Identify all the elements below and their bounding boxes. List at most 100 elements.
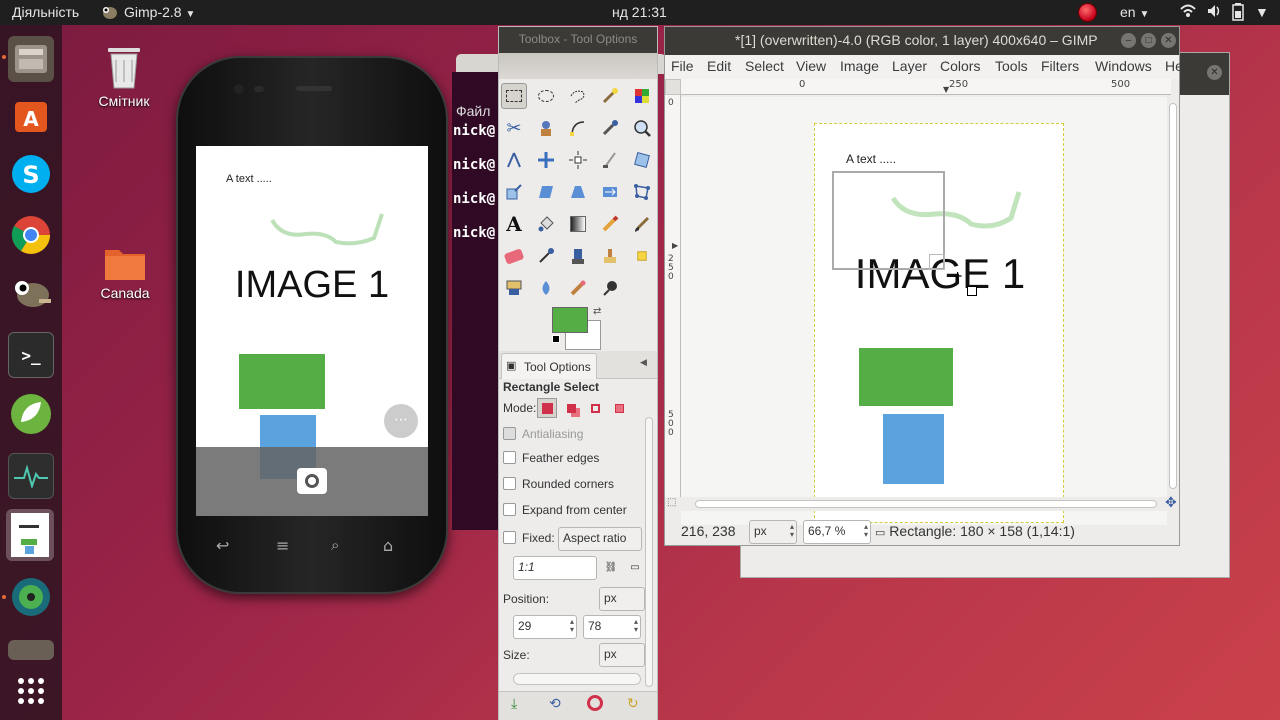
- close-icon[interactable]: ✕: [1161, 33, 1176, 48]
- swap-colors-icon[interactable]: ⇄: [593, 306, 601, 317]
- fixed-checkbox[interactable]: Fixed:: [503, 531, 555, 545]
- app-menu[interactable]: Gimp-2.8 ▼: [124, 4, 195, 20]
- dodge-burn-tool-icon[interactable]: [597, 275, 623, 301]
- mode-intersect-button[interactable]: [609, 398, 629, 418]
- expand-from-center-checkbox[interactable]: Expand from center: [503, 503, 627, 517]
- terminal-launcher-icon[interactable]: >_: [8, 332, 54, 378]
- smudge-tool-icon[interactable]: [565, 275, 591, 301]
- pencil-tool-icon[interactable]: [597, 211, 623, 237]
- canvas-vertical-scrollbar[interactable]: [1167, 97, 1179, 497]
- select-by-color-tool-icon[interactable]: [629, 83, 655, 109]
- home-button-icon[interactable]: ⌂: [383, 536, 393, 555]
- default-colors-icon[interactable]: [552, 335, 560, 343]
- canvas-horizontal-scrollbar[interactable]: [681, 497, 1167, 511]
- scale-tool-icon[interactable]: [501, 179, 527, 205]
- size-unit-select[interactable]: px: [599, 643, 645, 667]
- bucket-fill-tool-icon[interactable]: [533, 211, 559, 237]
- ratio-input[interactable]: 1:1: [513, 556, 597, 580]
- heal-tool-icon[interactable]: [629, 243, 655, 269]
- tab-tool-options[interactable]: ▣ Tool Options: [501, 353, 597, 379]
- restore-options-icon[interactable]: ⟲: [549, 696, 561, 712]
- mode-replace-button[interactable]: [537, 398, 557, 418]
- show-apps-grid-icon[interactable]: [8, 668, 54, 714]
- gimp-launcher-icon[interactable]: [8, 270, 54, 316]
- spring-launcher-icon[interactable]: [8, 391, 54, 437]
- alignment-tool-icon[interactable]: [565, 147, 591, 173]
- menu-layer[interactable]: Layer: [892, 58, 927, 74]
- activities-button[interactable]: Діяльність: [12, 4, 79, 20]
- rect-select-tool-icon[interactable]: [501, 83, 527, 109]
- horizontal-ruler[interactable]: 0 250 500 ▼: [681, 79, 1171, 95]
- tab-menu-icon[interactable]: ◀: [640, 358, 647, 368]
- volume-icon[interactable]: [1206, 3, 1222, 22]
- selection-handle[interactable]: [929, 254, 945, 270]
- foreground-color-swatch[interactable]: [552, 307, 588, 333]
- chrome-launcher-icon[interactable]: [8, 212, 54, 258]
- removable-drive-icon[interactable]: [8, 640, 54, 660]
- zoom-on-resize-icon[interactable]: ⬚: [667, 497, 676, 508]
- color-picker-tool-icon[interactable]: [597, 115, 623, 141]
- maximize-icon[interactable]: □: [1141, 33, 1156, 48]
- camera-shutter-icon[interactable]: [297, 468, 327, 494]
- perspective-clone-tool-icon[interactable]: [501, 275, 527, 301]
- antialiasing-checkbox[interactable]: Antialiasing: [503, 427, 583, 441]
- zoom-input[interactable]: 66,7 % ▴ ▾: [803, 520, 871, 544]
- canvas-area[interactable]: A text ..... IMAGE 1 ✛: [681, 97, 1167, 525]
- zoom-tool-icon[interactable]: [629, 115, 655, 141]
- clock[interactable]: нд 21:31: [612, 4, 667, 20]
- search-button-icon[interactable]: ⌕: [331, 536, 339, 554]
- ellipse-select-tool-icon[interactable]: [533, 83, 559, 109]
- scroll-thumb[interactable]: [1169, 103, 1177, 489]
- menu-windows[interactable]: Windows: [1095, 58, 1152, 74]
- mode-add-button[interactable]: [561, 398, 581, 418]
- fuzzy-select-tool-icon[interactable]: [597, 83, 623, 109]
- menu-select[interactable]: Select: [745, 58, 784, 74]
- menu-help[interactable]: He: [1165, 58, 1183, 74]
- shear-tool-icon[interactable]: [533, 179, 559, 205]
- paths-tool-icon[interactable]: [565, 115, 591, 141]
- disk-launcher-icon[interactable]: [8, 574, 54, 620]
- position-unit-select[interactable]: px: [599, 587, 645, 611]
- terminal-menu-file[interactable]: Файл: [456, 103, 490, 119]
- quick-mask-toggle-icon[interactable]: [665, 79, 681, 95]
- reset-options-icon[interactable]: ↻: [627, 696, 639, 712]
- gimp-window-thumbnail[interactable]: [6, 509, 54, 561]
- files-launcher-icon[interactable]: [8, 36, 54, 82]
- vertical-ruler[interactable]: 0 2 5 0 5 0 0 ▶: [665, 95, 681, 497]
- paintbrush-tool-icon[interactable]: [629, 211, 655, 237]
- rounded-corners-checkbox[interactable]: Rounded corners: [503, 477, 614, 491]
- menu-file[interactable]: File: [671, 58, 694, 74]
- spin-arrows-icon[interactable]: ▴ ▾: [634, 618, 638, 634]
- system-menu-caret-icon[interactable]: ▼: [1255, 4, 1269, 20]
- delete-options-icon[interactable]: [587, 695, 603, 711]
- menu-filters[interactable]: Filters: [1041, 58, 1079, 74]
- image-canvas[interactable]: A text ..... IMAGE 1 ✛: [814, 123, 1064, 523]
- vertical-scrollbar[interactable]: [645, 417, 653, 687]
- flip-tool-icon[interactable]: [597, 179, 623, 205]
- mode-subtract-button[interactable]: [585, 398, 605, 418]
- scissors-select-tool-icon[interactable]: ✂: [501, 115, 527, 141]
- eraser-tool-icon[interactable]: [501, 243, 527, 269]
- canada-folder-desktop-icon[interactable]: Canada: [90, 244, 160, 301]
- blur-sharpen-tool-icon[interactable]: [533, 275, 559, 301]
- menu-colors[interactable]: Colors: [940, 58, 980, 74]
- software-center-launcher-icon[interactable]: A: [8, 93, 54, 139]
- menu-tools[interactable]: Tools: [995, 58, 1028, 74]
- position-y-input[interactable]: 78 ▴ ▾: [583, 615, 641, 639]
- crop-tool-icon[interactable]: [597, 147, 623, 173]
- system-monitor-launcher-icon[interactable]: [8, 453, 54, 499]
- text-tool-icon[interactable]: A: [501, 211, 527, 237]
- perspective-tool-icon[interactable]: [565, 179, 591, 205]
- move-tool-icon[interactable]: [533, 147, 559, 173]
- menu-button-icon[interactable]: ≡: [276, 536, 289, 555]
- unit-select[interactable]: px ▴ ▾: [749, 520, 797, 544]
- ink-tool-icon[interactable]: [565, 243, 591, 269]
- menu-view[interactable]: View: [796, 58, 826, 74]
- feather-edges-checkbox[interactable]: Feather edges: [503, 451, 599, 465]
- trash-desktop-icon[interactable]: Смітник: [88, 42, 160, 109]
- rotate-tool-icon[interactable]: [629, 147, 655, 173]
- close-icon[interactable]: ✕: [1207, 65, 1222, 80]
- battery-icon[interactable]: [1232, 3, 1244, 24]
- fixed-mode-select[interactable]: Aspect ratio: [558, 527, 642, 551]
- free-select-tool-icon[interactable]: [565, 83, 591, 109]
